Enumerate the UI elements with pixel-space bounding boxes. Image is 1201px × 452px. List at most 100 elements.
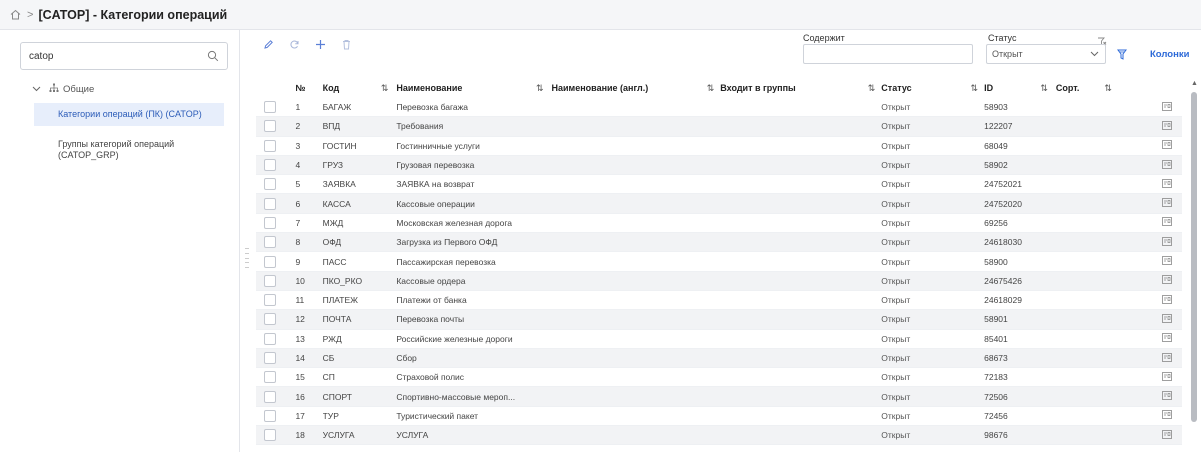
card-icon[interactable] [1162, 159, 1173, 171]
edit-icon[interactable] [262, 38, 274, 50]
add-icon[interactable] [314, 38, 326, 50]
row-checkbox[interactable] [264, 409, 276, 422]
search-input[interactable] [21, 43, 201, 69]
scrollbar-thumb[interactable] [1191, 92, 1197, 422]
card-icon[interactable] [1162, 178, 1173, 190]
breadcrumb-separator: > [27, 8, 34, 21]
table-row[interactable]: 14 СБ Сбор Открыт 68673 [256, 348, 1182, 369]
home-icon[interactable] [10, 9, 22, 21]
header-sort[interactable]: Сорт. [1056, 83, 1105, 93]
sort-icon[interactable]: ⇅ [971, 83, 985, 94]
table-row[interactable]: 2 ВПД Требования Открыт 122207 [256, 117, 1182, 137]
table-row[interactable]: 6 КАССА Кассовые операции Открыт 24752020 [256, 194, 1182, 214]
tree-item-catop[interactable]: Категории операций (ПК) (CATOP) [34, 103, 224, 126]
tree-root-general[interactable]: Общие [32, 83, 94, 96]
cell-num: 14 [295, 353, 305, 363]
scroll-up-icon[interactable]: ▲ [1191, 80, 1198, 87]
table-row[interactable]: 9 ПАСС Пассажирская перевозка Открыт 58900 [256, 252, 1182, 272]
row-checkbox[interactable] [264, 139, 276, 152]
row-checkbox[interactable] [264, 294, 276, 307]
cell-id: 72506 [984, 391, 1008, 402]
tree-item-catop-grp[interactable]: Группы категорий операций (CATOP_GRP) [34, 133, 224, 167]
chevron-down-icon[interactable] [32, 84, 41, 95]
header-code[interactable]: Код [323, 83, 381, 93]
header-id[interactable]: ID [984, 83, 1040, 93]
panel-splitter[interactable] [245, 248, 249, 268]
row-checkbox[interactable] [264, 313, 276, 326]
header-groups[interactable]: Входит в группы [720, 83, 867, 93]
table-row[interactable]: 5 ЗАЯВКА ЗАЯВКА на возврат Открыт 24752021 [256, 175, 1182, 195]
row-checkbox[interactable] [264, 390, 276, 403]
row-checkbox[interactable] [264, 216, 276, 229]
card-icon[interactable] [1162, 314, 1173, 325]
header-name[interactable]: Наименование [396, 83, 536, 93]
card-icon[interactable] [1162, 371, 1173, 383]
table-row[interactable]: 12 ПОЧТА Перевозка почты Открыт 58901 [256, 310, 1182, 330]
header-num[interactable]: № [281, 83, 322, 93]
table-row[interactable]: 7 МЖД Московская железная дорога Открыт 6925… [256, 214, 1182, 234]
card-icon[interactable] [1162, 198, 1173, 209]
sort-icon[interactable]: ⇅ [1104, 83, 1153, 94]
sort-icon[interactable]: ⇅ [868, 83, 882, 94]
card-icon[interactable] [1162, 121, 1173, 132]
card-icon[interactable] [1162, 236, 1173, 248]
row-checkbox[interactable] [264, 159, 276, 172]
table-row[interactable]: 16 СПОРТ Спортивно-массовые мероп... Открыт… [256, 387, 1182, 407]
card-icon[interactable] [1162, 352, 1173, 364]
contains-input[interactable] [803, 44, 973, 64]
cell-status: Открыт [881, 179, 911, 190]
cell-code: МЖД [322, 217, 344, 228]
card-icon[interactable] [1162, 217, 1173, 228]
table-row[interactable]: 13 РЖД Российские железные дороги Открыт 854… [256, 330, 1182, 349]
row-checkbox[interactable] [264, 236, 276, 249]
header-name-en[interactable]: Наименование (англ.) [552, 83, 707, 93]
row-checkbox[interactable] [264, 178, 276, 191]
cell-name: Перевозка багажа [396, 102, 469, 113]
cell-num: 15 [295, 372, 305, 383]
row-checkbox[interactable] [264, 101, 276, 114]
status-select[interactable]: Открыт [986, 44, 1106, 64]
table-row[interactable]: 15 СП Страховой полис Открыт 72183 [256, 368, 1182, 388]
header-status[interactable]: Статус [881, 83, 970, 93]
card-icon[interactable] [1162, 140, 1173, 151]
vertical-scrollbar[interactable]: ▲ [1190, 80, 1198, 452]
card-icon[interactable] [1162, 333, 1173, 344]
cell-code: ГРУЗ [322, 160, 344, 171]
sort-icon[interactable]: ⇅ [536, 83, 552, 94]
row-checkbox[interactable] [264, 352, 276, 364]
card-icon[interactable] [1162, 101, 1173, 113]
table-row[interactable]: 4 ГРУЗ Грузовая перевозка Открыт 58902 [256, 155, 1182, 176]
search-icon[interactable] [207, 49, 219, 67]
cell-name: Спортивно-массовые мероп... [396, 391, 516, 402]
row-checkbox[interactable] [264, 197, 276, 210]
delete-icon[interactable] [340, 38, 352, 50]
card-icon[interactable] [1162, 275, 1173, 286]
card-icon[interactable] [1162, 429, 1173, 441]
filter-icon[interactable] [1117, 47, 1127, 65]
row-checkbox[interactable] [264, 371, 276, 384]
row-checkbox[interactable] [264, 255, 276, 268]
row-checkbox[interactable] [264, 332, 276, 345]
row-checkbox[interactable] [264, 429, 276, 442]
refresh-icon[interactable] [288, 38, 300, 50]
sort-icon[interactable]: ⇅ [707, 83, 721, 94]
sort-icon[interactable]: ⇅ [381, 83, 397, 94]
table-row[interactable]: 18 УСЛУГА УСЛУГА Открыт 98676 [256, 426, 1182, 446]
table-row[interactable]: 11 ПЛАТЕЖ Платежи от банка Открыт 24618029 [256, 291, 1182, 311]
row-checkbox[interactable] [264, 120, 276, 133]
row-checkbox[interactable] [264, 274, 276, 287]
sidebar-search [20, 42, 228, 70]
table-row[interactable]: 3 ГОСТИН Гостинничные услуги Открыт 68049 [256, 137, 1182, 156]
sort-icon[interactable]: ⇅ [1040, 83, 1056, 94]
columns-button[interactable]: Колонки [1150, 49, 1189, 60]
card-icon[interactable] [1162, 410, 1173, 421]
table-row[interactable]: 10 ПКО_РКО Кассовые ордера Открыт 24675426 [256, 271, 1182, 291]
card-icon[interactable] [1162, 256, 1173, 267]
table-row[interactable]: 1 БАГАЖ Перевозка багажа Открыт 58903 [256, 98, 1182, 118]
table-row[interactable]: 17 ТУР Туристический пакет Открыт 72456 [256, 407, 1182, 427]
cell-id: 58902 [984, 160, 1008, 171]
table-row[interactable]: 8 ОФД Загрузка из Первого ОФД Открыт 2461803… [256, 233, 1182, 253]
cell-id: 68673 [984, 353, 1008, 363]
card-icon[interactable] [1162, 294, 1173, 306]
card-icon[interactable] [1162, 391, 1173, 402]
